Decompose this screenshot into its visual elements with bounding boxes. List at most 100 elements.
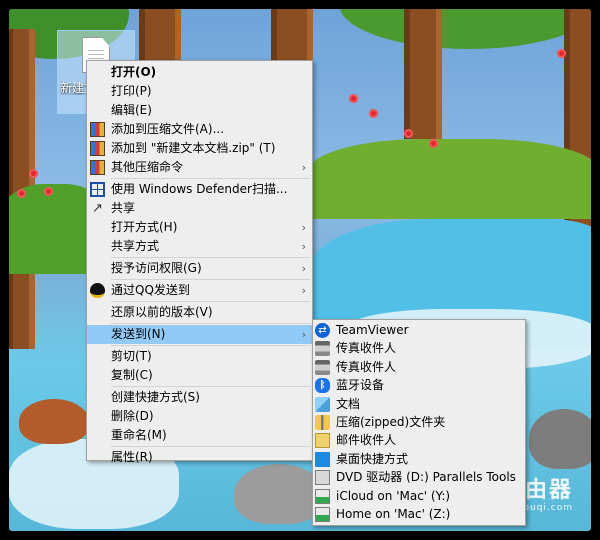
flower [349,94,358,103]
menu-item-label: TeamViewer [336,323,409,337]
desktop-icon [315,451,330,467]
menu-separator [111,323,310,324]
menu-item-label: iCloud on 'Mac' (Y:) [336,488,451,503]
menu-item-add-to-zip[interactable]: 添加到 "新建文本文档.zip" (T) [87,139,312,158]
flower [557,49,566,58]
menu-item-label: 还原以前的版本(V) [111,305,213,319]
chevron-right-icon: › [301,284,306,297]
dvd-drive-icon [315,470,330,486]
menu-item-print[interactable]: 打印(P) [87,82,312,101]
menu-item-grant-access[interactable]: 授予访问权限(G) › [87,259,312,278]
menu-item-label: 复制(C) [111,368,153,382]
mail-icon [315,433,330,449]
fax-icon [315,359,330,375]
menu-item-edit[interactable]: 编辑(E) [87,101,312,120]
menu-item-label: 桌面快捷方式 [336,451,409,466]
menu-item-label: 传真收件人 [336,341,397,356]
menu-item-label: 发送到(N) [111,327,166,341]
menu-item-label: 蓝牙设备 [336,378,385,393]
menu-item-delete[interactable]: 删除(D) [87,407,312,426]
flower [17,189,26,198]
winrar-icon [90,141,105,156]
send-to-submenu: ⇄ TeamViewer 传真收件人 传真收件人 ᛒ 蓝牙设备 文档 压缩(zipp… [312,319,526,526]
menu-item-label: 通过QQ发送到 [111,283,190,297]
menu-item-restore-versions[interactable]: 还原以前的版本(V) [87,303,312,322]
menu-item-properties[interactable]: 属性(R) [87,448,312,467]
menu-separator [111,257,310,258]
menu-item-label: 属性(R) [111,450,153,464]
sendto-desktop-shortcut[interactable]: 桌面快捷方式 [313,450,525,468]
tree-foliage [339,9,591,49]
menu-item-open-with[interactable]: 打开方式(H) › [87,218,312,237]
rock [529,409,591,469]
menu-separator [111,178,310,179]
menu-item-create-shortcut[interactable]: 创建快捷方式(S) [87,388,312,407]
menu-separator [111,386,310,387]
flower [44,187,53,196]
menu-item-defender-scan[interactable]: 使用 Windows Defender扫描... [87,180,312,199]
sendto-fax-recipient[interactable]: 传真收件人 [313,339,525,357]
menu-item-label: 邮件收件人 [336,433,397,448]
menu-separator [111,446,310,447]
menu-item-add-to-archive[interactable]: 添加到压缩文件(A)... [87,120,312,139]
flower [369,109,378,118]
menu-item-label: 打开(O) [111,65,157,79]
menu-item-copy[interactable]: 复制(C) [87,366,312,385]
menu-item-label: 压缩(zipped)文件夹 [336,414,446,429]
menu-item-rename[interactable]: 重命名(M) [87,426,312,445]
menu-item-send-via-qq[interactable]: 通过QQ发送到 › [87,281,312,300]
chevron-right-icon: › [301,221,306,234]
winrar-icon [90,160,105,175]
menu-item-label: 授予访问权限(G) [111,261,202,275]
sendto-zip-folder[interactable]: 压缩(zipped)文件夹 [313,413,525,431]
windows-defender-icon [90,182,105,197]
sendto-icloud-drive[interactable]: iCloud on 'Mac' (Y:) [313,487,525,505]
menu-separator [111,279,310,280]
menu-item-label: 打印(P) [111,84,152,98]
sendto-fax-recipient[interactable]: 传真收件人 [313,358,525,376]
menu-item-open[interactable]: 打开(O) [87,63,312,82]
sendto-dvd-drive[interactable]: DVD 驱动器 (D:) Parallels Tools [313,468,525,486]
chevron-right-icon: › [301,240,306,253]
flower [404,129,413,138]
sendto-documents[interactable]: 文档 [313,395,525,413]
fax-icon [315,341,330,357]
chevron-right-icon: › [301,161,306,174]
menu-item-share[interactable]: ↗ 共享 [87,199,312,218]
menu-item-share-with[interactable]: 共享方式 › [87,237,312,256]
tree-trunk [404,9,442,139]
menu-separator [111,301,310,302]
menu-item-cut[interactable]: 剪切(T) [87,347,312,366]
winrar-icon [90,122,105,137]
menu-item-label: 创建快捷方式(S) [111,390,200,404]
chevron-right-icon: › [301,328,306,341]
menu-item-label: 文档 [336,396,361,411]
sendto-bluetooth[interactable]: ᛒ 蓝牙设备 [313,376,525,394]
menu-item-label: 共享方式 [111,239,160,253]
network-drive-icon [315,506,330,522]
sendto-home-drive[interactable]: Home on 'Mac' (Z:) [313,505,525,523]
flower [29,169,38,178]
documents-icon [315,396,330,412]
menu-item-label: 其他压缩命令 [111,160,184,174]
share-icon: ↗ [92,201,103,216]
rock [234,464,324,524]
menu-item-label: 删除(D) [111,409,154,423]
chevron-right-icon: › [301,262,306,275]
menu-item-other-compression[interactable]: 其他压缩命令 › [87,158,312,177]
sendto-mail-recipient[interactable]: 邮件收件人 [313,431,525,449]
menu-item-label: Home on 'Mac' (Z:) [336,506,451,521]
file-context-menu: 打开(O) 打印(P) 编辑(E) 添加到压缩文件(A)... 添加到 "新建文… [86,60,313,464]
menu-item-label: 添加到压缩文件(A)... [111,122,225,136]
rock [19,399,89,444]
menu-item-send-to[interactable]: 发送到(N) › [87,325,312,344]
menu-item-label: DVD 驱动器 (D:) Parallels Tools [336,470,516,485]
zip-folder-icon [315,414,330,430]
network-drive-icon [315,488,330,504]
menu-item-label: 传真收件人 [336,359,397,374]
menu-item-label: 重命名(M) [111,428,167,442]
qq-icon [90,283,105,298]
menu-item-label: 剪切(T) [111,349,152,363]
flower [429,139,438,148]
sendto-teamviewer[interactable]: ⇄ TeamViewer [313,321,525,339]
